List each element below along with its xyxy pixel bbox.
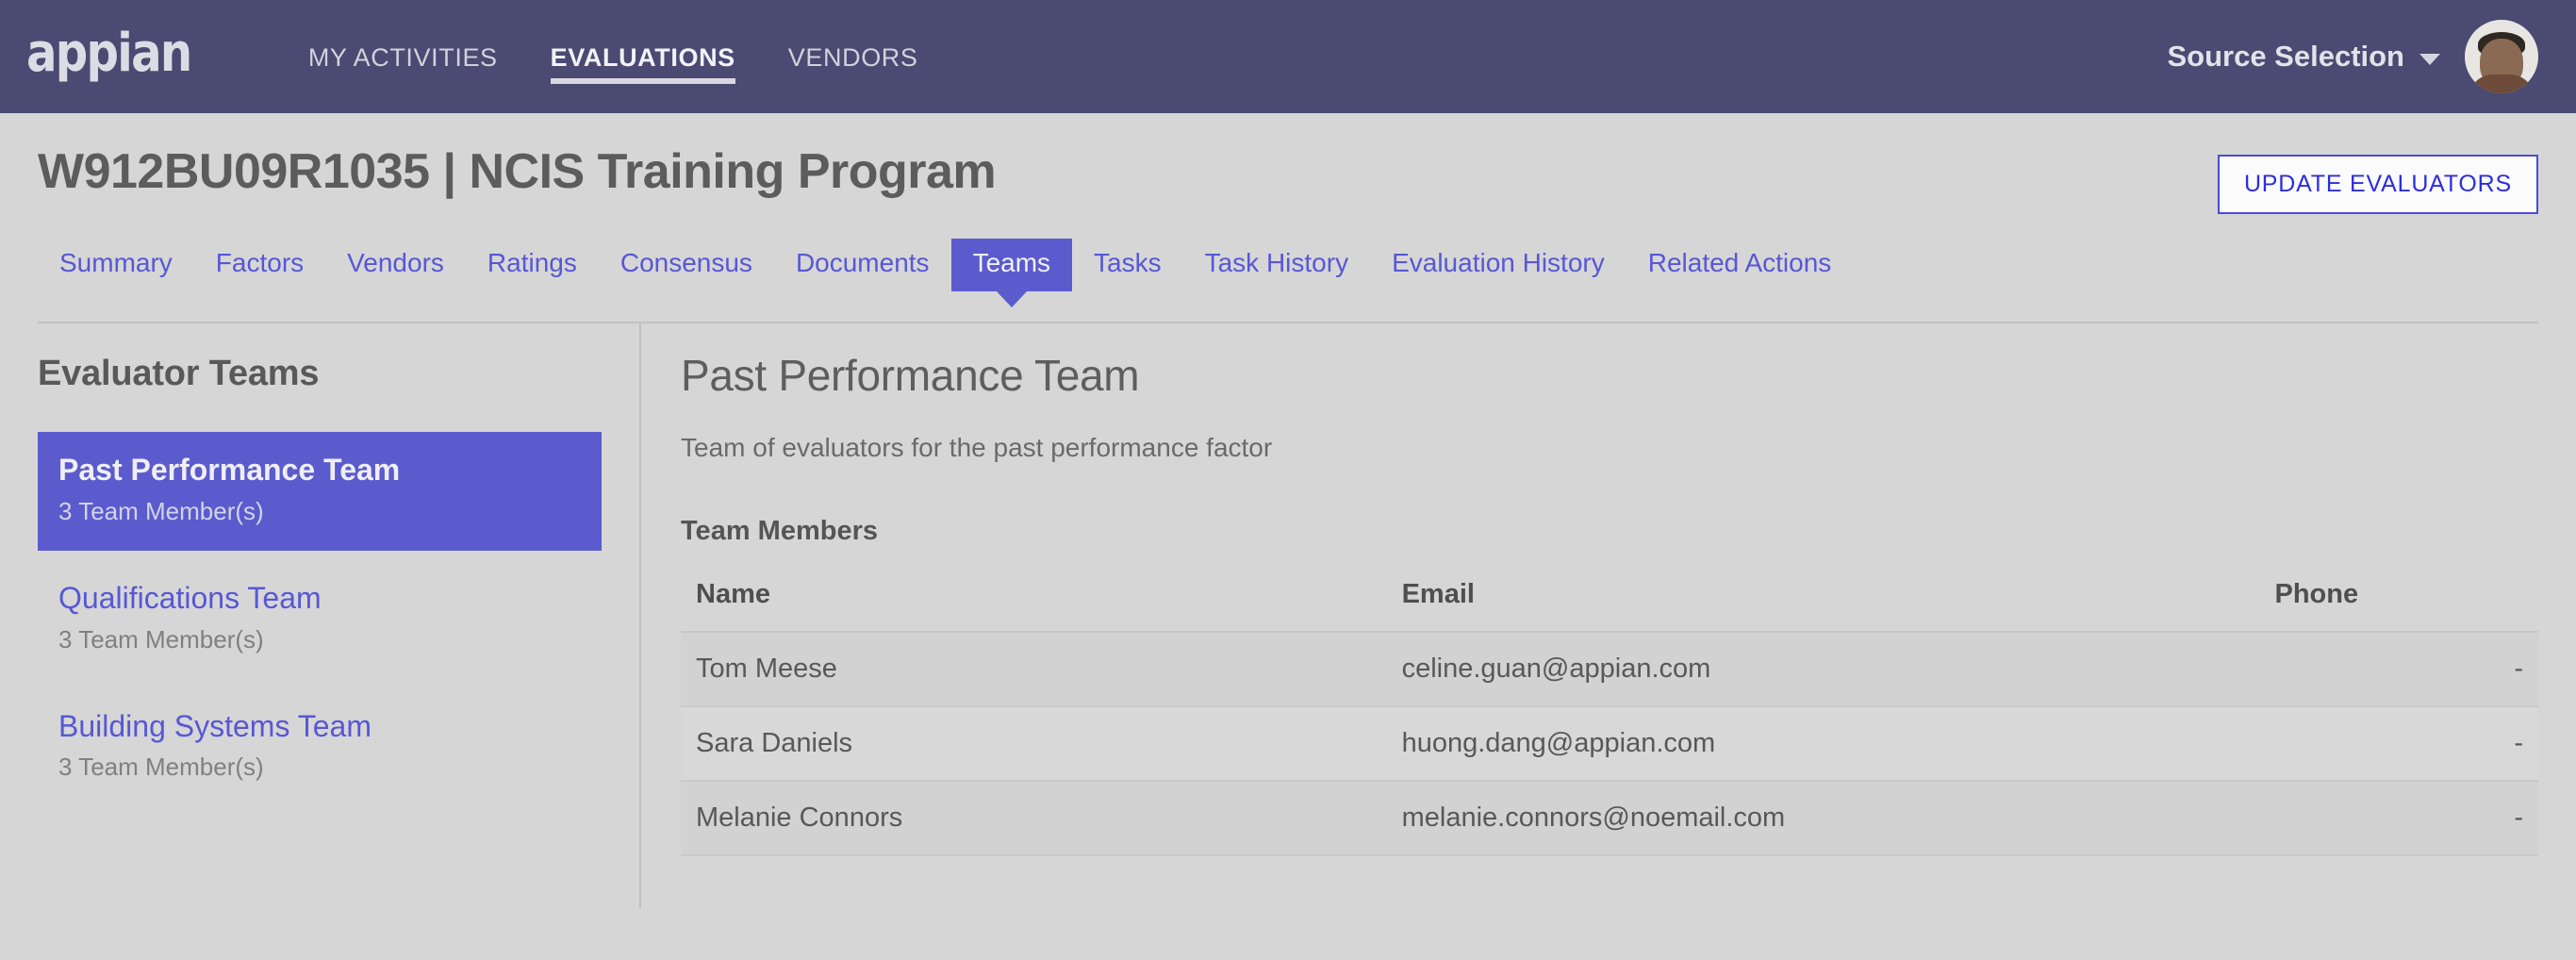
cell-name: Tom Meese: [681, 632, 1387, 707]
avatar[interactable]: [2465, 20, 2538, 93]
cell-email: celine.guan@appian.com: [1386, 632, 2260, 707]
tab-bar: Summary Factors Vendors Ratings Consensu…: [0, 214, 2576, 291]
avatar-body: [2469, 74, 2535, 93]
team-detail-description: Team of evaluators for the past performa…: [681, 433, 1273, 462]
tab-related-actions[interactable]: Related Actions: [1627, 239, 1854, 291]
team-members-label: Team Members: [681, 516, 878, 546]
table-row[interactable]: Sara Daniels huong.dang@appian.com -: [681, 706, 2538, 782]
team-detail-pane: Past Performance Team Team of evaluators…: [641, 323, 2538, 908]
cell-name: Melanie Connors: [681, 781, 1387, 856]
appian-logo[interactable]: appian: [26, 27, 192, 86]
table-head: Name Email Phone: [681, 575, 2538, 633]
cell-name: Sara Daniels: [681, 706, 1387, 782]
page-content: Evaluator Teams Past Performance Team 3 …: [0, 323, 2576, 908]
tab-vendors[interactable]: Vendors: [325, 239, 466, 291]
team-member-count: 3 Team Member(s): [58, 753, 264, 782]
team-name: Past Performance Team: [58, 453, 401, 487]
primary-nav: MY ACTIVITIES EVALUATIONS VENDORS: [308, 0, 918, 113]
table-row[interactable]: Tom Meese celine.guan@appian.com -: [681, 632, 2538, 707]
top-navigation-bar: appian MY ACTIVITIES EVALUATIONS VENDORS…: [0, 0, 2576, 113]
chevron-down-icon: [2419, 54, 2440, 65]
tab-summary[interactable]: Summary: [38, 239, 194, 291]
cell-phone: -: [2259, 781, 2538, 856]
user-menu-label: Source Selection: [2167, 40, 2404, 73]
team-name: Building Systems Team: [58, 708, 372, 743]
cell-email: huong.dang@appian.com: [1386, 706, 2260, 782]
evaluator-teams-sidebar: Evaluator Teams Past Performance Team 3 …: [38, 323, 641, 908]
team-member-count: 3 Team Member(s): [58, 496, 264, 525]
cell-phone: -: [2259, 632, 2538, 707]
column-header-email[interactable]: Email: [1386, 575, 2260, 633]
sidebar-title: Evaluator Teams: [38, 354, 320, 393]
tab-teams[interactable]: Teams: [950, 239, 1073, 291]
cell-email: melanie.connors@noemail.com: [1386, 781, 2260, 856]
cell-phone: -: [2259, 706, 2538, 782]
column-header-phone[interactable]: Phone: [2259, 575, 2538, 633]
tab-consensus[interactable]: Consensus: [599, 239, 774, 291]
tab-ratings[interactable]: Ratings: [466, 239, 599, 291]
table-row[interactable]: Melanie Connors melanie.connors@noemail.…: [681, 781, 2538, 856]
page-title: W912BU09R1035 | NCIS Training Program: [38, 144, 997, 199]
tab-tasks[interactable]: Tasks: [1072, 239, 1183, 291]
tab-documents[interactable]: Documents: [774, 239, 951, 291]
update-evaluators-button[interactable]: UPDATE EVALUATORS: [2217, 155, 2538, 214]
topbar-right-group: Source Selection: [2167, 20, 2538, 93]
team-name: Qualifications Team: [58, 580, 322, 615]
nav-item-evaluations[interactable]: EVALUATIONS: [550, 6, 735, 108]
sidebar-item-qualifications-team[interactable]: Qualifications Team 3 Team Member(s): [38, 560, 602, 679]
tab-task-history[interactable]: Task History: [1183, 239, 1370, 291]
sidebar-item-building-systems-team[interactable]: Building Systems Team 3 Team Member(s): [38, 688, 602, 807]
column-header-name[interactable]: Name: [681, 575, 1387, 633]
team-detail-title: Past Performance Team: [681, 351, 1140, 400]
sidebar-item-past-performance-team[interactable]: Past Performance Team 3 Team Member(s): [38, 432, 602, 551]
tab-evaluation-history[interactable]: Evaluation History: [1370, 239, 1627, 291]
page-header: W912BU09R1035 | NCIS Training Program UP…: [0, 113, 2576, 214]
user-menu-button[interactable]: Source Selection: [2167, 40, 2440, 74]
nav-item-my-activities[interactable]: MY ACTIVITIES: [308, 6, 498, 108]
tab-factors[interactable]: Factors: [194, 239, 325, 291]
table-header-row: Name Email Phone: [681, 575, 2538, 633]
team-member-count: 3 Team Member(s): [58, 624, 264, 654]
table-body: Tom Meese celine.guan@appian.com - Sara …: [681, 632, 2538, 856]
team-members-table: Name Email Phone Tom Meese celine.guan@a…: [681, 575, 2538, 856]
nav-item-vendors[interactable]: VENDORS: [788, 6, 918, 108]
